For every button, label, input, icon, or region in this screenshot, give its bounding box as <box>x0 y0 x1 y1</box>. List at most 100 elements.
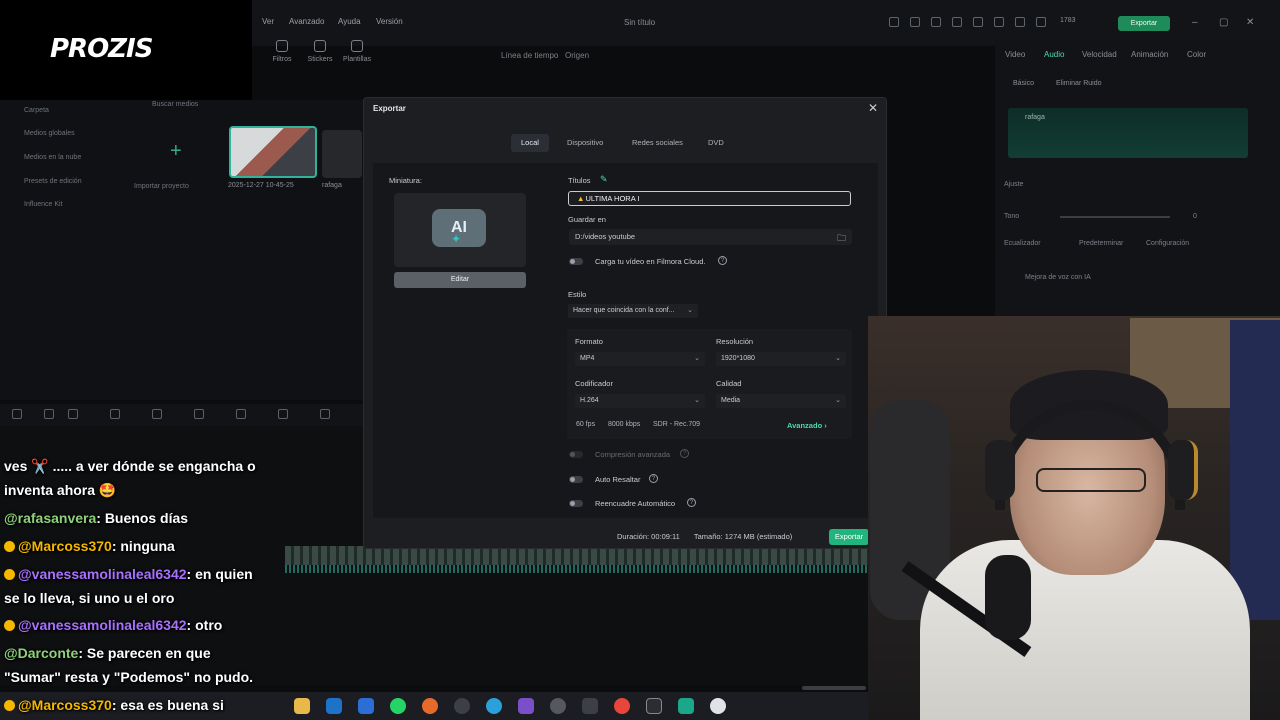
tab-speed[interactable]: Velocidad <box>1082 50 1117 59</box>
help-icon[interactable]: ? <box>649 474 658 483</box>
export-button[interactable]: Exportar <box>829 529 869 545</box>
app-icon[interactable] <box>582 698 598 714</box>
zoom-out-icon[interactable] <box>320 409 330 419</box>
filters-tool[interactable]: Filtros <box>262 40 302 63</box>
resolution-select[interactable]: 1920*1080 ⌄ <box>716 352 846 366</box>
help-icon[interactable]: ? <box>680 449 689 458</box>
folder-item[interactable]: Carpeta <box>24 107 49 114</box>
folder-icon[interactable]: 🗀 <box>837 231 846 247</box>
title-input-value: ULTIMA HORA <box>585 194 636 203</box>
layout-icon[interactable] <box>952 17 962 27</box>
tab-video[interactable]: Video <box>1005 50 1025 59</box>
menu-version[interactable]: Versión <box>376 17 403 26</box>
outlook-icon[interactable] <box>326 698 342 714</box>
advanced-link[interactable]: Avanzado › <box>787 421 827 430</box>
eq-value[interactable]: Predeterminar <box>1079 240 1123 247</box>
chat-username: @rafasanvera <box>4 510 97 526</box>
ai-write-icon[interactable]: ✎ <box>600 174 608 185</box>
save-path-field[interactable]: D:/videos youtube <box>569 229 852 245</box>
maximize-icon[interactable]: ▢ <box>1219 17 1228 28</box>
app-icon[interactable] <box>518 698 534 714</box>
encoder-select[interactable]: H.264 ⌄ <box>575 394 705 408</box>
auto-reframe-toggle[interactable] <box>569 500 583 507</box>
tone-slider[interactable] <box>1060 216 1170 218</box>
app-icon[interactable] <box>710 698 726 714</box>
delete-icon[interactable] <box>110 409 120 419</box>
clip2-name: rafaga <box>322 182 342 189</box>
clip-name: 2025-12-27 10-45-25 <box>228 182 294 189</box>
media-search-input[interactable]: Buscar medios <box>152 101 198 108</box>
tab-timeline[interactable]: Línea de tiempo <box>501 51 558 60</box>
close-window-icon[interactable]: ✕ <box>1246 17 1254 28</box>
minimize-icon[interactable]: – <box>1192 17 1198 28</box>
cloud-toggle[interactable] <box>569 258 583 265</box>
filmora-icon[interactable] <box>678 698 694 714</box>
marker-icon[interactable] <box>236 409 246 419</box>
format-select[interactable]: MP4 ⌄ <box>575 352 705 366</box>
audio-track[interactable] <box>285 565 870 573</box>
screen-icon[interactable] <box>973 17 983 27</box>
help-icon[interactable]: ? <box>718 256 727 265</box>
help-icon[interactable]: ? <box>687 498 696 507</box>
folder-item[interactable]: Presets de edición <box>24 178 82 185</box>
text-icon[interactable] <box>194 409 204 419</box>
bulb-icon[interactable] <box>1015 17 1025 27</box>
tab-color[interactable]: Color <box>1187 50 1206 59</box>
undo-icon[interactable] <box>68 409 78 419</box>
edit-thumbnail-button[interactable]: Editar <box>394 272 526 288</box>
quality-select[interactable]: Media ⌄ <box>716 394 846 408</box>
chrome-icon[interactable] <box>614 698 630 714</box>
save-in-label: Guardar en <box>568 215 606 224</box>
close-icon[interactable]: ✕ <box>868 101 878 115</box>
tab-device[interactable]: Dispositivo <box>557 134 613 152</box>
firefox-icon[interactable] <box>422 698 438 714</box>
menu-advanced[interactable]: Avanzado <box>289 17 324 26</box>
store-icon[interactable] <box>889 17 899 27</box>
menu-help[interactable]: Ayuda <box>338 17 361 26</box>
subtab-denoise[interactable]: Eliminar Ruido <box>1056 80 1102 87</box>
obs-icon[interactable] <box>646 698 662 714</box>
tab-social[interactable]: Redes sociales <box>622 134 693 152</box>
chevron-down-icon: ⌄ <box>687 307 693 314</box>
tab-animation[interactable]: Animación <box>1131 50 1168 59</box>
crop-icon[interactable] <box>152 409 162 419</box>
app-icon[interactable] <box>550 698 566 714</box>
title-input[interactable]: ▲ULTIMA HORA I <box>568 191 851 206</box>
select-icon[interactable] <box>44 409 54 419</box>
menu-view[interactable]: Ver <box>262 17 274 26</box>
timeline-scrollbar[interactable] <box>802 686 866 690</box>
style-select[interactable]: Hacer que coincida con la conf... ⌄ <box>568 304 698 318</box>
tab-source[interactable]: Origen <box>565 51 589 60</box>
subtab-basic[interactable]: Básico <box>1013 80 1034 87</box>
send-icon[interactable] <box>910 17 920 27</box>
whatsapp-icon[interactable] <box>390 698 406 714</box>
folder-item[interactable]: Medios globales <box>24 130 75 137</box>
top-export-button[interactable]: Exportar <box>1118 16 1170 31</box>
tab-audio[interactable]: Audio <box>1044 50 1064 59</box>
tab-local[interactable]: Local <box>511 134 549 152</box>
import-plus-icon[interactable]: + <box>170 140 182 163</box>
explorer-icon[interactable] <box>294 698 310 714</box>
config-button[interactable]: Configuración <box>1146 240 1189 247</box>
folder-item[interactable]: Influence Kit <box>24 201 63 208</box>
grid-icon[interactable] <box>12 409 22 419</box>
chat-username: @Marcoss370 <box>18 697 112 713</box>
clip2-thumbnail[interactable] <box>322 130 362 178</box>
app-icon[interactable] <box>454 698 470 714</box>
style-label: Estilo <box>568 290 587 299</box>
templates-tool[interactable]: Plantillas <box>337 40 377 63</box>
compression-toggle[interactable] <box>569 451 583 458</box>
tab-dvd[interactable]: DVD <box>698 134 734 152</box>
auto-highlight-toggle[interactable] <box>569 476 583 483</box>
clip-thumbnail[interactable] <box>229 126 317 178</box>
folder-item[interactable]: Medios en la nube <box>24 154 81 161</box>
compression-label: Compresión avanzada <box>595 450 671 459</box>
grid-icon[interactable] <box>1036 17 1046 27</box>
zoom-in-icon[interactable] <box>278 409 288 419</box>
media-icon[interactable] <box>931 17 941 27</box>
telegram-icon[interactable] <box>486 698 502 714</box>
cloud-icon[interactable] <box>994 17 1004 27</box>
word-icon[interactable] <box>358 698 374 714</box>
stickers-tool[interactable]: Stickers <box>300 40 340 63</box>
screen: PROZIS Ver Avanzado Ayuda Versión Sin tí… <box>0 0 1280 720</box>
